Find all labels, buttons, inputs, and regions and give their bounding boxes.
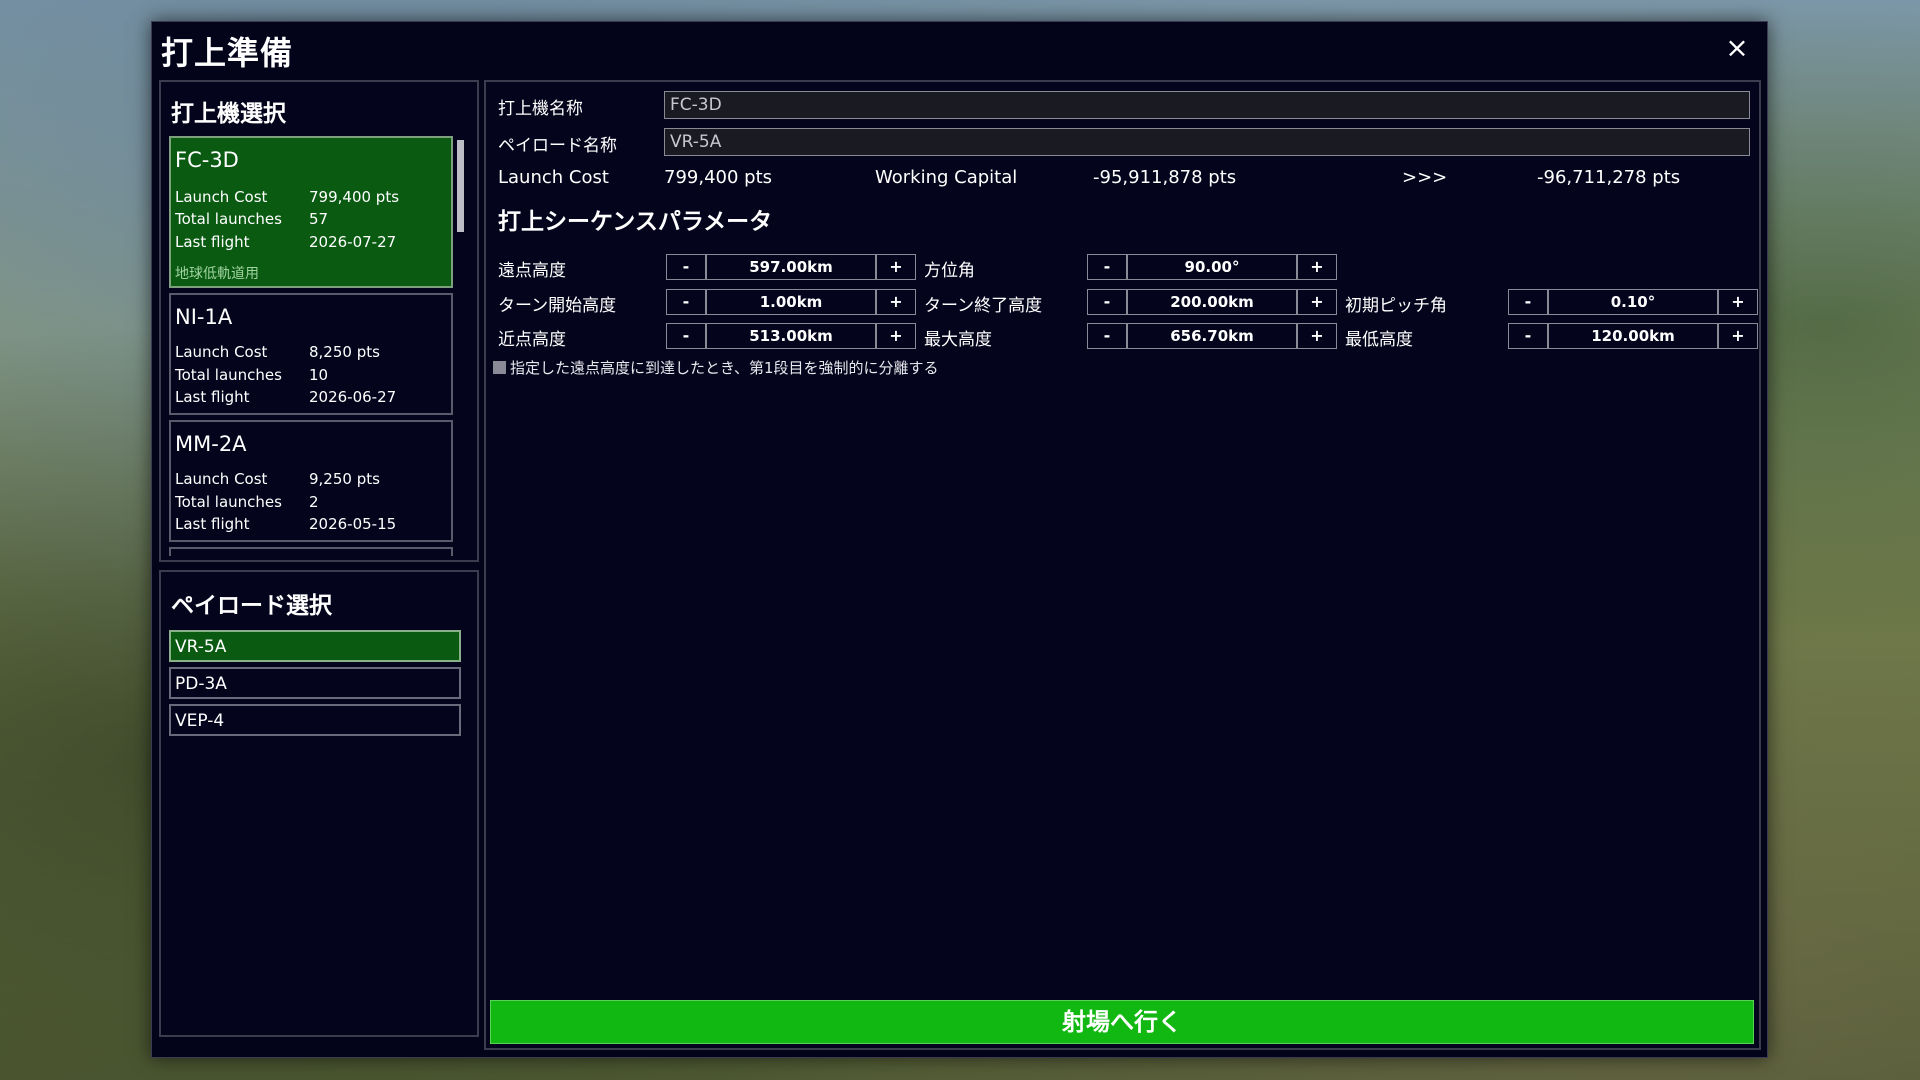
azimuth-plus-button[interactable]: + [1297, 254, 1337, 280]
apogee-stepper: - 597.00km + [666, 254, 916, 280]
total-launches-label: Total launches [175, 366, 282, 384]
working-capital-value: -95,911,878 pts [1093, 167, 1237, 188]
last-flight-value: 2026-07-27 [309, 233, 397, 251]
launch-cost-value: 799,400 pts [309, 188, 400, 206]
max-alt-stepper: - 656.70km + [1087, 323, 1337, 349]
stage-separation-checkbox[interactable] [493, 361, 506, 374]
turn-end-label: ターン終了高度 [924, 296, 1043, 316]
perigee-minus-button[interactable]: - [666, 323, 706, 349]
max-alt-label: 最大高度 [924, 330, 992, 350]
last-flight-label: Last flight [175, 233, 250, 251]
go-to-launch-site-button[interactable]: 射場へ行く [490, 1000, 1754, 1044]
launch-prep-dialog: 打上準備 × 打上機選択 FC-3D Launch Cost 799,400 p… [151, 21, 1768, 1058]
turn-end-plus-button[interactable]: + [1297, 289, 1337, 315]
launch-details-panel: 打上機名称 FC-3D ペイロード名称 VR-5A Launch Cost 79… [484, 80, 1761, 1050]
payload-name-label: ペイロード名称 [498, 136, 617, 156]
turn-start-stepper: - 1.00km + [666, 289, 916, 315]
turn-end-minus-button[interactable]: - [1087, 289, 1127, 315]
turn-start-plus-button[interactable]: + [876, 289, 916, 315]
total-launches-label: Total launches [175, 210, 282, 228]
close-icon[interactable]: × [1721, 32, 1753, 64]
max-alt-minus-button[interactable]: - [1087, 323, 1127, 349]
launch-cost-label: Launch Cost [175, 470, 268, 488]
azimuth-label: 方位角 [924, 261, 975, 281]
azimuth-stepper: - 90.00° + [1087, 254, 1337, 280]
turn-start-minus-button[interactable]: - [666, 289, 706, 315]
perigee-value: 513.00km [706, 323, 876, 349]
min-alt-value: 120.00km [1548, 323, 1718, 349]
pitch-value: 0.10° [1548, 289, 1718, 315]
payload-item-vr-5a[interactable]: VR-5A [169, 630, 461, 662]
vehicle-card-fc-3d[interactable]: FC-3D Launch Cost 799,400 pts Total laun… [169, 136, 453, 288]
total-launches-value: 2 [309, 493, 319, 511]
vehicle-select-title: 打上機選択 [171, 101, 286, 127]
launch-cost-value: 8,250 pts [309, 343, 380, 361]
perigee-label: 近点高度 [498, 330, 566, 350]
vehicle-card-mm-2a[interactable]: MM-2A Launch Cost 9,250 pts Total launch… [169, 420, 453, 542]
turn-end-stepper: - 200.00km + [1087, 289, 1337, 315]
capital-after-launch: -96,711,278 pts [1537, 167, 1681, 188]
min-alt-label: 最低高度 [1345, 330, 1413, 350]
max-alt-plus-button[interactable]: + [1297, 323, 1337, 349]
vehicle-name: FC-3D [175, 148, 239, 172]
vehicle-card-ni-1a[interactable]: NI-1A Launch Cost 8,250 pts Total launch… [169, 293, 453, 415]
last-flight-label: Last flight [175, 388, 250, 406]
vehicle-card-partial[interactable] [169, 547, 453, 556]
working-capital-label: Working Capital [875, 167, 1018, 188]
min-alt-plus-button[interactable]: + [1718, 323, 1758, 349]
orbit-tag: 地球低軌道用 [175, 266, 259, 282]
turn-start-label: ターン開始高度 [498, 296, 617, 316]
turn-start-value: 1.00km [706, 289, 876, 315]
min-alt-minus-button[interactable]: - [1508, 323, 1548, 349]
perigee-stepper: - 513.00km + [666, 323, 916, 349]
total-launches-label: Total launches [175, 493, 282, 511]
arrow-indicator: >>> [1402, 167, 1448, 188]
total-launches-value: 10 [309, 366, 329, 384]
dialog-title: 打上準備 [161, 34, 294, 72]
launch-cost-value: 799,400 pts [664, 167, 773, 188]
pitch-plus-button[interactable]: + [1718, 289, 1758, 315]
apogee-plus-button[interactable]: + [876, 254, 916, 280]
vehicle-name: MM-2A [175, 432, 247, 456]
last-flight-label: Last flight [175, 515, 250, 533]
last-flight-value: 2026-06-27 [309, 388, 397, 406]
vehicle-name: NI-1A [175, 305, 233, 329]
payload-name-field[interactable]: VR-5A [664, 128, 1750, 156]
pitch-label: 初期ピッチ角 [1345, 296, 1447, 316]
turn-end-value: 200.00km [1127, 289, 1297, 315]
max-alt-value: 656.70km [1127, 323, 1297, 349]
vehicle-list: FC-3D Launch Cost 799,400 pts Total laun… [169, 136, 459, 556]
vehicle-name-label: 打上機名称 [498, 99, 583, 119]
vehicle-name-field[interactable]: FC-3D [664, 91, 1750, 119]
stage-separation-label: 指定した遠点高度に到達したとき、第1段目を強制的に分離する [510, 359, 939, 377]
payload-item-vep-4[interactable]: VEP-4 [169, 704, 461, 736]
apogee-value: 597.00km [706, 254, 876, 280]
payload-select-title: ペイロード選択 [171, 593, 332, 619]
vehicle-select-panel: 打上機選択 FC-3D Launch Cost 799,400 pts Tota… [159, 80, 479, 562]
perigee-plus-button[interactable]: + [876, 323, 916, 349]
launch-cost-label: Launch Cost [175, 188, 268, 206]
apogee-minus-button[interactable]: - [666, 254, 706, 280]
stage-separation-option[interactable]: 指定した遠点高度に到達したとき、第1段目を強制的に分離する [493, 357, 939, 378]
sequence-params-title: 打上シーケンスパラメータ [498, 209, 773, 235]
launch-cost-label: Launch Cost [498, 167, 609, 188]
apogee-label: 遠点高度 [498, 261, 566, 281]
launch-cost-label: Launch Cost [175, 343, 268, 361]
pitch-stepper: - 0.10° + [1508, 289, 1758, 315]
azimuth-value: 90.00° [1127, 254, 1297, 280]
azimuth-minus-button[interactable]: - [1087, 254, 1127, 280]
vehicle-list-scrollbar[interactable] [457, 140, 464, 232]
pitch-minus-button[interactable]: - [1508, 289, 1548, 315]
payload-item-pd-3a[interactable]: PD-3A [169, 667, 461, 699]
min-alt-stepper: - 120.00km + [1508, 323, 1758, 349]
payload-select-panel: ペイロード選択 VR-5A PD-3A VEP-4 [159, 570, 479, 1037]
launch-cost-value: 9,250 pts [309, 470, 380, 488]
total-launches-value: 57 [309, 210, 329, 228]
last-flight-value: 2026-05-15 [309, 515, 397, 533]
